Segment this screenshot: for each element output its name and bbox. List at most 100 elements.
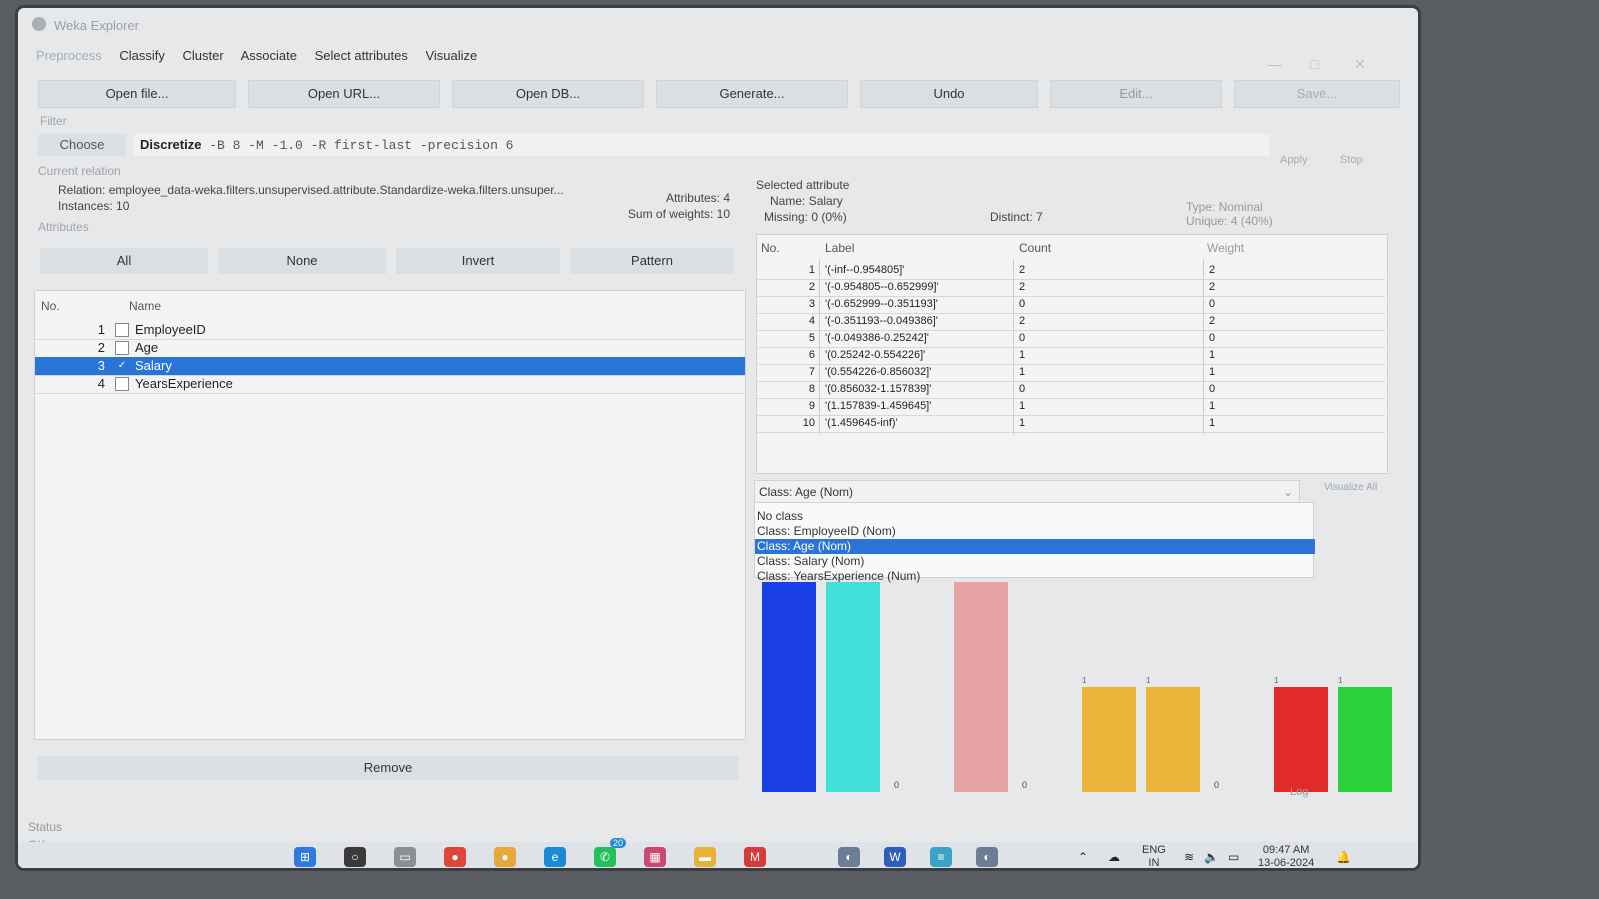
- value-row[interactable]: 2 '(-0.954805--0.652999]' 2 2: [757, 280, 1385, 297]
- task-view-icon[interactable]: ▭: [394, 847, 416, 867]
- dropdown-option[interactable]: Class: EmployeeID (Nom): [755, 524, 1315, 539]
- save-button[interactable]: Save...: [1234, 80, 1400, 108]
- value-row-no: 9: [808, 400, 815, 412]
- chrome-profile-icon[interactable]: ●: [444, 847, 466, 867]
- dropdown-option[interactable]: No class: [755, 509, 1315, 524]
- invert-button[interactable]: Invert: [396, 248, 560, 274]
- attribute-row-selected[interactable]: 3 ✓ Salary: [35, 357, 745, 376]
- value-row[interactable]: 3 '(-0.652999--0.351193]' 0 0: [757, 297, 1385, 314]
- attribute-checkbox[interactable]: [115, 377, 129, 391]
- value-row-count: 1: [1019, 366, 1026, 378]
- apply-button[interactable]: Apply: [1280, 154, 1308, 166]
- histogram-bar-label: 1: [1146, 676, 1151, 685]
- attribute-row[interactable]: 4 YearsExperience: [35, 375, 745, 394]
- histogram-bar: [1146, 687, 1200, 792]
- pattern-button[interactable]: Pattern: [570, 248, 734, 274]
- notepad-icon[interactable]: ≡: [930, 847, 952, 867]
- col-weight-header: Weight: [1207, 241, 1245, 255]
- edge-icon[interactable]: e: [544, 847, 566, 867]
- chevron-down-icon[interactable]: ⌄: [1283, 481, 1293, 503]
- value-row[interactable]: 10 '(1.459645-inf)' 1 1: [757, 416, 1385, 433]
- clock-date: 13-06-2024: [1258, 857, 1315, 868]
- relation-value: employee_data-weka.filters.unsupervised.…: [108, 183, 564, 197]
- distinct-value: 7: [1036, 210, 1043, 224]
- mcafee-icon[interactable]: M: [744, 847, 766, 867]
- class-select[interactable]: Class: Age (Nom) ⌄: [754, 480, 1300, 504]
- wifi-icon[interactable]: ≋: [1184, 850, 1194, 864]
- tab-associate[interactable]: Associate: [241, 48, 297, 63]
- search-icon[interactable]: ○: [344, 847, 366, 867]
- attribute-checkbox[interactable]: ✓: [115, 359, 129, 373]
- edit-button[interactable]: Edit...: [1050, 80, 1222, 108]
- language-indicator[interactable]: ENG IN: [1142, 844, 1166, 868]
- open-file-button[interactable]: Open file...: [38, 80, 236, 108]
- maximize-icon[interactable]: □: [1310, 56, 1318, 72]
- onedrive-icon[interactable]: ☁: [1108, 850, 1120, 864]
- value-row[interactable]: 4 '(-0.351193--0.049386]' 2 2: [757, 314, 1385, 331]
- battery-icon[interactable]: ▭: [1228, 850, 1239, 864]
- none-button[interactable]: None: [218, 248, 386, 274]
- visualize-all-button[interactable]: Visualize All: [1324, 482, 1377, 493]
- tab-visualize[interactable]: Visualize: [425, 48, 477, 63]
- unique-value: 4 (40%): [1230, 214, 1273, 228]
- value-row-weight: 1: [1209, 349, 1216, 361]
- chevron-up-icon[interactable]: ⌃: [1078, 850, 1088, 864]
- value-row[interactable]: 7 '(0.554226-0.856032]' 1 1: [757, 365, 1385, 382]
- value-row-no: 5: [808, 332, 815, 344]
- attributes-count-label: Attributes:: [665, 191, 720, 205]
- chrome-icon[interactable]: ●: [494, 847, 516, 867]
- value-row-no: 7: [808, 366, 815, 378]
- attributes-count-value: 4: [723, 191, 730, 205]
- tab-select-attributes[interactable]: Select attributes: [315, 48, 408, 63]
- log-button[interactable]: Log: [1290, 786, 1308, 798]
- attribute-row[interactable]: 1 EmployeeID: [35, 321, 745, 340]
- value-row[interactable]: 8 '(0.856032-1.157839]' 0 0: [757, 382, 1385, 399]
- histogram-bar: [1082, 687, 1136, 792]
- attribute-row[interactable]: 2 Age: [35, 339, 745, 358]
- value-row[interactable]: 6 '(0.25242-0.554226]' 1 1: [757, 348, 1385, 365]
- unique-label: Unique:: [1186, 214, 1228, 228]
- value-row[interactable]: 5 '(-0.049386-0.25242]' 0 0: [757, 331, 1385, 348]
- tab-cluster[interactable]: Cluster: [183, 48, 224, 63]
- toolbar: Open file... Open URL... Open DB... Gene…: [38, 80, 1400, 108]
- value-row[interactable]: 1 '(-inf--0.954805]' 2 2: [757, 263, 1385, 280]
- clock[interactable]: 09:47 AM 13-06-2024: [1258, 844, 1314, 868]
- values-table: No. Label Count Weight 1 '(-inf--0.954805…: [756, 234, 1388, 474]
- value-row[interactable]: 9 '(1.157839-1.459645]' 1 1: [757, 399, 1385, 416]
- attribute-row-name: EmployeeID: [135, 322, 206, 337]
- tab-preprocess[interactable]: Preprocess: [36, 48, 102, 63]
- close-icon[interactable]: ✕: [1354, 56, 1366, 73]
- sum-of-weights-label: Sum of weights:: [627, 207, 714, 221]
- histogram-bar: [826, 582, 880, 792]
- generate-button[interactable]: Generate...: [656, 80, 848, 108]
- type-label: Type:: [1186, 200, 1216, 214]
- weka-taskbar-icon[interactable]: ◐: [838, 847, 860, 867]
- word-icon[interactable]: W: [884, 847, 906, 867]
- windows-start-icon[interactable]: ⊞: [294, 847, 316, 867]
- tab-classify[interactable]: Classify: [119, 48, 165, 63]
- filter-field[interactable]: Discretize -B 8 -M -1.0 -R first-last -p…: [134, 134, 1270, 156]
- store-icon[interactable]: ▦: [644, 847, 666, 867]
- choose-button[interactable]: Choose: [38, 134, 126, 156]
- remove-button[interactable]: Remove: [38, 756, 738, 780]
- clock-time: 09:47 AM: [1262, 844, 1310, 856]
- open-url-button[interactable]: Open URL...: [248, 80, 440, 108]
- attribute-checkbox[interactable]: [115, 341, 129, 355]
- stop-button[interactable]: Stop: [1340, 154, 1363, 166]
- volume-icon[interactable]: 🔈: [1204, 850, 1219, 864]
- value-row-count: 0: [1019, 298, 1026, 310]
- attribute-checkbox[interactable]: [115, 323, 129, 337]
- file-explorer-icon[interactable]: ▬: [694, 847, 716, 867]
- whatsapp-icon[interactable]: ✆: [594, 847, 616, 867]
- col-no-header: No.: [761, 241, 780, 255]
- undo-button[interactable]: Undo: [860, 80, 1038, 108]
- value-row-count: 1: [1019, 400, 1026, 412]
- open-db-button[interactable]: Open DB...: [452, 80, 644, 108]
- dropdown-option[interactable]: Class: Salary (Nom): [755, 554, 1315, 569]
- notification-icon[interactable]: 🔔: [1336, 850, 1351, 864]
- dropdown-option-selected[interactable]: Class: Age (Nom): [755, 539, 1315, 554]
- value-row-weight: 0: [1209, 383, 1216, 395]
- weka-explorer-taskbar-icon[interactable]: ◐: [976, 847, 998, 867]
- all-button[interactable]: All: [40, 248, 208, 274]
- minimize-icon[interactable]: —: [1268, 56, 1282, 72]
